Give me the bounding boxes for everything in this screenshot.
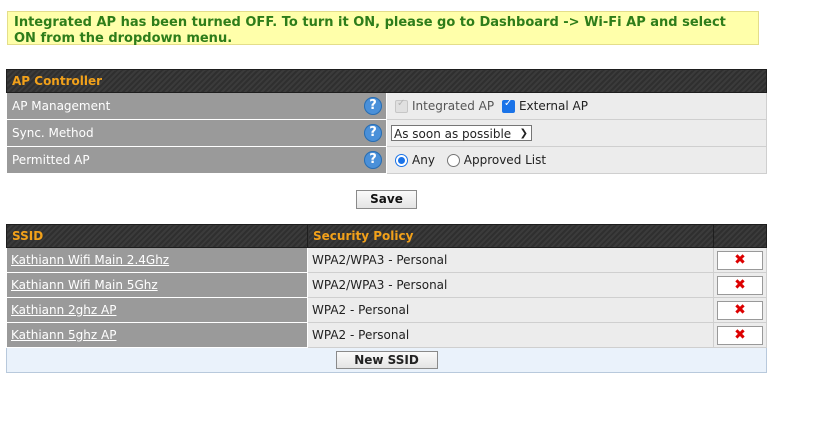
sync-method-row: Sync. Method ? As soon as possible ❯ bbox=[6, 119, 767, 147]
policy-column-header: Security Policy bbox=[307, 224, 714, 248]
ssid-table-footer: New SSID bbox=[6, 347, 767, 373]
permitted-ap-row: Permitted AP ? Any Approved List bbox=[6, 146, 767, 174]
save-button[interactable]: Save bbox=[356, 190, 417, 209]
sync-method-select[interactable]: As soon as possible ❯ bbox=[391, 125, 532, 141]
integrated-ap-checkbox bbox=[395, 98, 408, 113]
sync-method-label: Sync. Method bbox=[12, 126, 94, 140]
delete-icon[interactable]: ✖ bbox=[717, 275, 763, 295]
external-ap-checkbox[interactable] bbox=[501, 98, 515, 113]
help-icon[interactable]: ? bbox=[364, 124, 382, 142]
security-policy: WPA2/WPA3 - Personal bbox=[307, 247, 714, 273]
security-policy: WPA2 - Personal bbox=[307, 297, 714, 323]
notice-banner: Integrated AP has been turned OFF. To tu… bbox=[7, 11, 759, 46]
table-row: Kathiann 2ghz AP WPA2 - Personal ✖ bbox=[6, 297, 767, 323]
ssid-link[interactable]: Kathiann 5ghz AP bbox=[11, 328, 116, 342]
security-policy: WPA2 - Personal bbox=[307, 322, 714, 348]
new-ssid-button[interactable]: New SSID bbox=[335, 351, 438, 369]
table-row: Kathiann Wifi Main 2.4Ghz WPA2/WPA3 - Pe… bbox=[6, 247, 767, 273]
ssid-link[interactable]: Kathiann Wifi Main 5Ghz bbox=[11, 278, 158, 292]
ap-management-row: AP Management ? Integrated AP External A… bbox=[6, 92, 767, 120]
ssid-link[interactable]: Kathiann 2ghz AP bbox=[11, 303, 116, 317]
delete-icon[interactable]: ✖ bbox=[717, 300, 763, 320]
delete-column-header bbox=[713, 224, 767, 248]
help-icon[interactable]: ? bbox=[364, 97, 382, 115]
table-row: Kathiann Wifi Main 5Ghz WPA2/WPA3 - Pers… bbox=[6, 272, 767, 298]
ssid-column-header: SSID bbox=[6, 224, 308, 248]
delete-icon[interactable]: ✖ bbox=[717, 250, 763, 270]
ap-controller-title: AP Controller bbox=[6, 69, 767, 93]
ssid-table-header: SSID Security Policy bbox=[6, 224, 767, 248]
delete-icon[interactable]: ✖ bbox=[717, 325, 763, 345]
ssid-table: SSID Security Policy Kathiann Wifi Main … bbox=[6, 224, 767, 373]
external-ap-label: External AP bbox=[518, 99, 588, 113]
ap-controller-table: AP Controller AP Management ? Integrated… bbox=[6, 69, 767, 174]
ap-management-label: AP Management bbox=[12, 99, 111, 113]
help-icon[interactable]: ? bbox=[364, 151, 382, 169]
notice-text: Integrated AP has been turned OFF. To tu… bbox=[14, 15, 726, 46]
approved-list-radio[interactable] bbox=[446, 154, 460, 167]
permitted-ap-label: Permitted AP bbox=[12, 153, 90, 167]
ap-controller-header: AP Controller bbox=[6, 69, 767, 93]
chevron-down-icon: ❯ bbox=[519, 128, 528, 139]
ssid-link[interactable]: Kathiann Wifi Main 2.4Ghz bbox=[11, 253, 169, 267]
security-policy: WPA2/WPA3 - Personal bbox=[307, 272, 714, 298]
any-label: Any bbox=[412, 153, 435, 167]
table-row: Kathiann 5ghz AP WPA2 - Personal ✖ bbox=[6, 322, 767, 348]
integrated-ap-label: Integrated AP bbox=[412, 99, 495, 113]
approved-list-label: Approved List bbox=[463, 153, 547, 167]
sync-method-value: As soon as possible bbox=[394, 127, 512, 141]
any-radio[interactable] bbox=[395, 154, 408, 167]
